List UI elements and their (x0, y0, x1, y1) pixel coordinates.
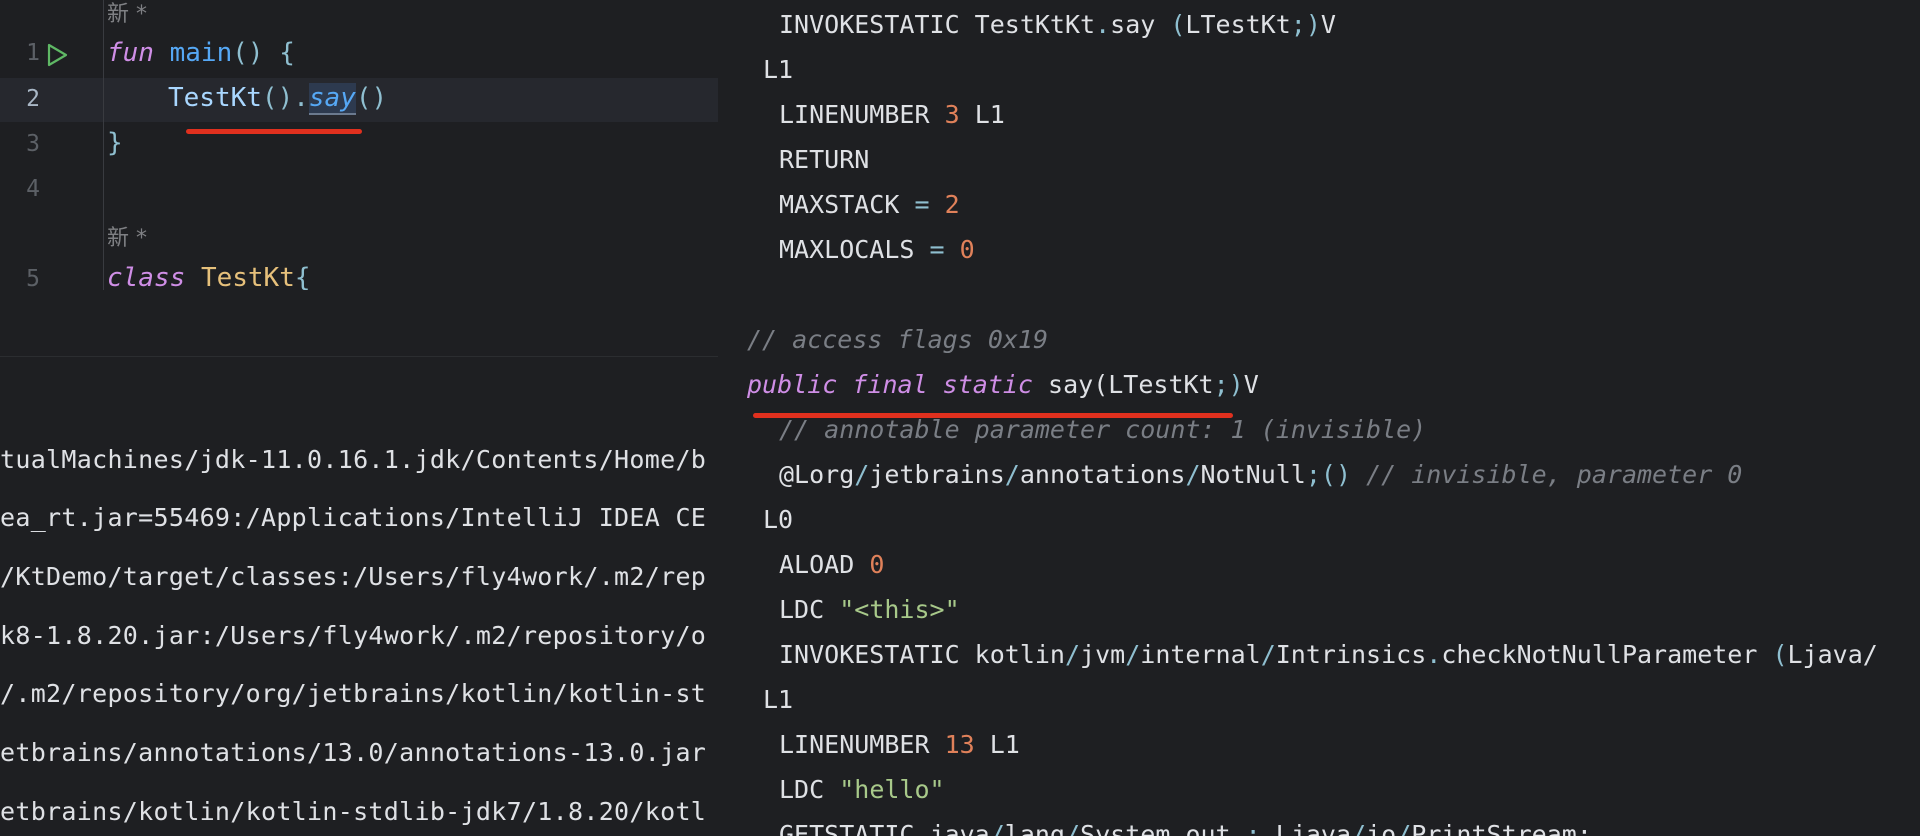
bytecode-line: MAXLOCALS = 0 (779, 235, 975, 264)
line-number: 5 (26, 266, 40, 290)
line-number: 3 (26, 131, 40, 157)
code-editor[interactable]: 新 * 1 fun main() { 2 TestKt().say() 3 } … (0, 0, 718, 290)
code-line-3: } (107, 128, 123, 158)
line-number: 4 (26, 176, 40, 202)
inlay-hint: 新 * (107, 226, 147, 251)
console-line: etbrains/annotations/13.0/annotations-13… (0, 738, 707, 767)
bytecode-line: GETSTATIC java/lang/System.out : Ljava/i… (779, 820, 1592, 836)
bytecode-line: INVOKESTATIC kotlin/jvm/internal/Intrins… (779, 640, 1878, 669)
console-line: tualMachines/jdk-11.0.16.1.jdk/Contents/… (0, 445, 707, 474)
code-line-1: fun main() { (107, 38, 295, 68)
bytecode-line: LDC "hello" (779, 775, 945, 804)
bytecode-line: LDC "<this>" (779, 595, 960, 624)
bytecode-label: L0 (763, 505, 794, 534)
annotation-underline (186, 129, 362, 134)
bytecode-label: L1 (763, 55, 794, 84)
bytecode-line: INVOKESTATIC TestKtKt.say (LTestKt;)V (779, 10, 1336, 39)
console-line: /KtDemo/target/classes:/Users/fly4work/.… (0, 562, 707, 591)
run-console[interactable]: tualMachines/jdk-11.0.16.1.jdk/Contents/… (0, 357, 718, 836)
bytecode-comment: // annotable parameter count: 1 (invisib… (779, 415, 1427, 444)
bytecode-viewer[interactable]: INVOKESTATIC TestKtKt.say (LTestKt;)V L1… (718, 0, 1920, 836)
bytecode-line: LINENUMBER 3 L1 (779, 100, 1005, 129)
bytecode-line: ALOAD 0 (779, 550, 885, 579)
inlay-hint: 新 * (107, 2, 147, 27)
bytecode-line: RETURN (779, 145, 870, 174)
bytecode-line: @Lorg/jetbrains/annotations/NotNull;() /… (779, 460, 1743, 489)
line-number: 2 (26, 86, 40, 112)
method-signature: public final static say(LTestKt;)V (747, 370, 1259, 399)
bytecode-label: L1 (763, 685, 794, 714)
bytecode-line: MAXSTACK = 2 (779, 190, 960, 219)
code-line-2: TestKt().say() (168, 83, 388, 115)
gutter-divider (103, 0, 104, 290)
console-line: etbrains/kotlin/kotlin-stdlib-jdk7/1.8.2… (0, 797, 707, 826)
bytecode-line: LINENUMBER 13 L1 (779, 730, 1020, 759)
console-line: /.m2/repository/org/jetbrains/kotlin/kot… (0, 679, 707, 708)
line-number: 1 (26, 40, 40, 66)
bytecode-comment: // access flags 0x19 (747, 325, 1049, 354)
console-line: k8-1.8.20.jar:/Users/fly4work/.m2/reposi… (0, 621, 707, 650)
console-line: ea_rt.jar=55469:/Applications/IntelliJ I… (0, 503, 707, 532)
run-icon[interactable] (44, 42, 70, 68)
code-line-5: class TestKt{ (107, 263, 311, 290)
